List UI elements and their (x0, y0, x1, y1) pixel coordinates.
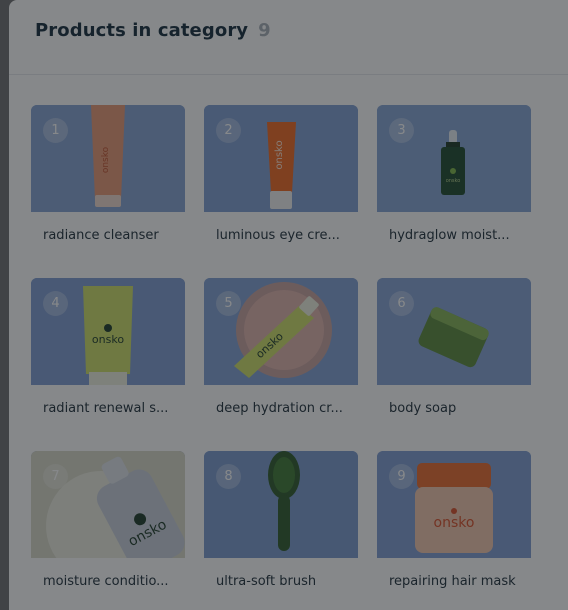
product-name: body soap (389, 401, 457, 416)
product-card[interactable]: onsko 9 repairing hair mask (377, 451, 531, 606)
product-thumbnail: onsko 7 (31, 451, 185, 558)
product-name: luminous eye cre... (216, 228, 340, 243)
product-grid: onsko 1 radiance cleanser onsko 2 lumino… (31, 105, 531, 606)
product-name: repairing hair mask (389, 574, 516, 589)
svg-text:onsko: onsko (101, 146, 111, 173)
product-number-badge: 1 (43, 118, 68, 143)
product-count: 9 (258, 19, 271, 41)
product-thumbnail: 8 (204, 451, 358, 558)
product-thumbnail: onsko 9 (377, 451, 531, 558)
page-title: Products in category (35, 19, 249, 41)
svg-text:onsko: onsko (274, 140, 285, 169)
product-card[interactable]: onsko 3 hydraglow moist... (377, 105, 531, 260)
product-thumbnail: onsko 1 (31, 105, 185, 212)
svg-text:onsko: onsko (446, 178, 461, 184)
product-number-badge: 9 (389, 464, 414, 489)
product-number-badge: 4 (43, 291, 68, 316)
product-card[interactable]: onsko 7 moisture conditio... (31, 451, 185, 606)
product-name: ultra-soft brush (216, 574, 317, 589)
product-number-badge: 5 (216, 291, 241, 316)
product-card[interactable]: 6 body soap (377, 278, 531, 433)
product-card[interactable]: onsko 4 radiant renewal s... (31, 278, 185, 433)
product-name: hydraglow moist... (389, 228, 510, 243)
product-thumbnail: onsko 4 (31, 278, 185, 385)
product-name: radiance cleanser (43, 228, 159, 243)
product-number-badge: 7 (43, 464, 68, 489)
product-card[interactable]: onsko 5 deep hydration cr... (204, 278, 358, 433)
product-card[interactable]: onsko 1 radiance cleanser (31, 105, 185, 260)
product-number-badge: 2 (216, 118, 241, 143)
product-number-badge: 8 (216, 464, 241, 489)
product-thumbnail: onsko 2 (204, 105, 358, 212)
product-number-badge: 6 (389, 291, 414, 316)
product-thumbnail: onsko 3 (377, 105, 531, 212)
product-number-badge: 3 (389, 118, 414, 143)
svg-text:onsko: onsko (434, 515, 475, 531)
product-name: deep hydration cr... (216, 401, 343, 416)
svg-text:onsko: onsko (92, 333, 124, 346)
product-thumbnail: 6 (377, 278, 531, 385)
product-name: radiant renewal s... (43, 401, 169, 416)
product-name: moisture conditio... (43, 574, 169, 589)
product-thumbnail: onsko 5 (204, 278, 358, 385)
product-card[interactable]: 8 ultra-soft brush (204, 451, 358, 606)
product-card[interactable]: onsko 2 luminous eye cre... (204, 105, 358, 260)
panel-header: Products in category 9 (9, 0, 568, 75)
